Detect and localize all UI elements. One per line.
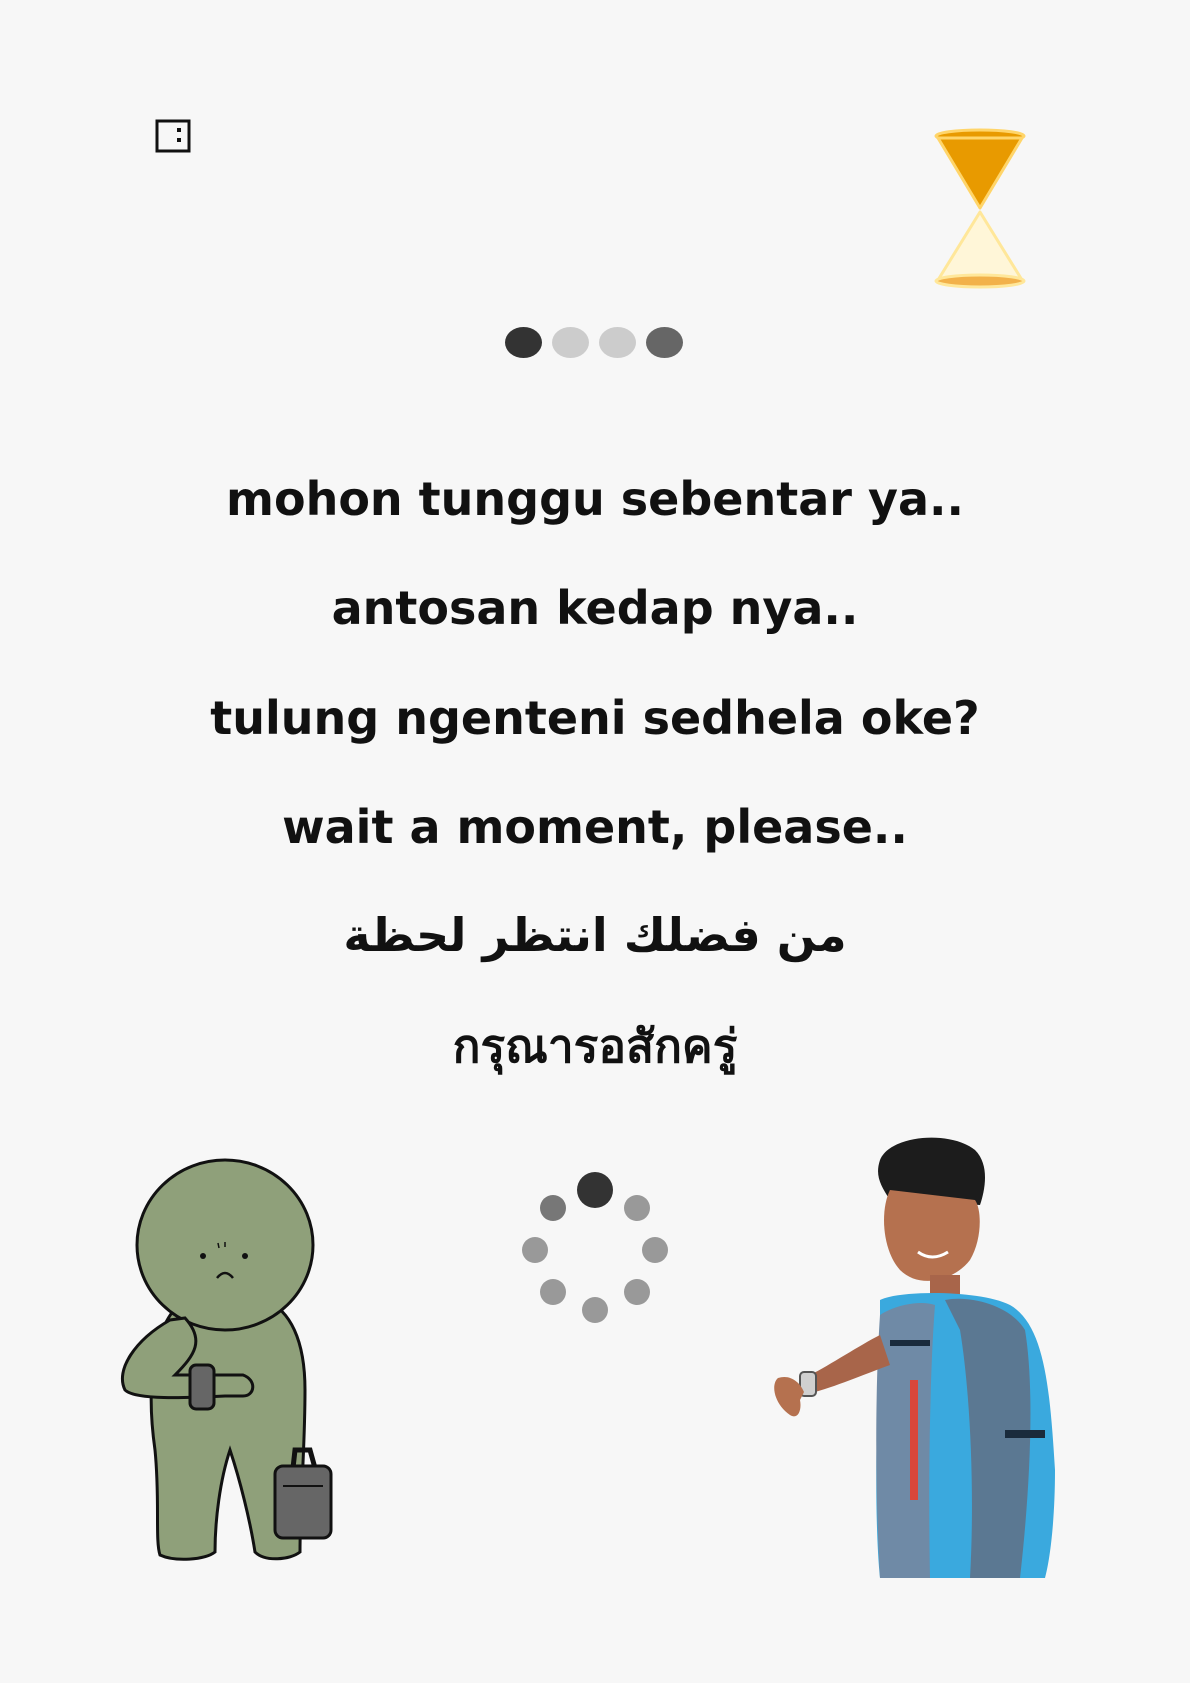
person-checking-watch-photo [774, 1137, 1055, 1578]
message-javanese: tulung ngenteni sedhela oke? [210, 691, 980, 745]
message-thai: กรุณารอสักครู่ [452, 1019, 738, 1073]
loading-spinner-icon [522, 1172, 668, 1323]
message-sundanese: antosan kedap nya.. [331, 581, 859, 635]
loading-dot [552, 326, 589, 358]
message-indonesian: mohon tunggu sebentar ya.. [226, 472, 964, 526]
loading-dots-icon [505, 324, 685, 360]
hourglass-icon [934, 128, 1026, 289]
message-english: wait a moment, please.. [282, 800, 908, 854]
message-arabic: من فضلك انتظر لحظة [343, 908, 847, 962]
loading-dot [505, 326, 542, 358]
waiting-character-illustration [120, 1158, 333, 1561]
loading-dot [599, 326, 636, 358]
window-layout-icon [155, 119, 191, 153]
loading-dot [646, 326, 683, 358]
